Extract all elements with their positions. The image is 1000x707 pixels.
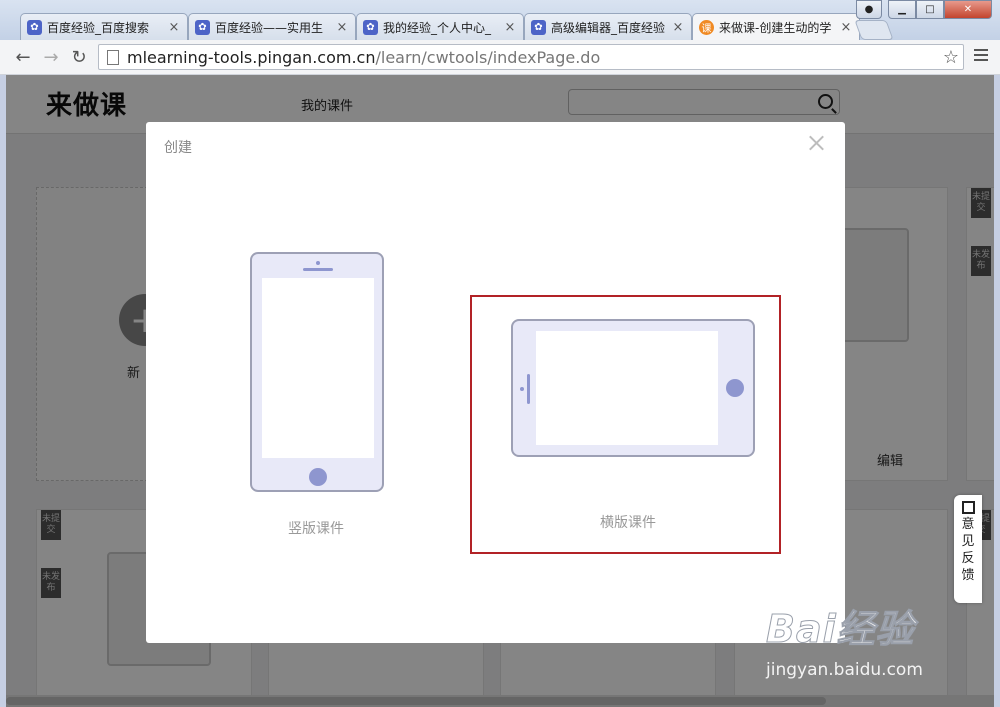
close-icon[interactable]: ×: [503, 20, 517, 35]
feedback-label: 意见反馈: [961, 517, 975, 583]
close-icon[interactable]: [807, 134, 825, 152]
back-arrow-icon[interactable]: ←: [12, 46, 34, 68]
minimize-icon[interactable]: ▁: [888, 0, 916, 19]
baidu-jingyan-watermark: Bai经验 jingyan.baidu.com: [756, 588, 956, 688]
browser-tab-active[interactable]: 课 来做课-创建生动的学 ×: [692, 13, 860, 41]
landscape-course-label: 横版课件: [600, 515, 656, 531]
maximize-icon[interactable]: □: [916, 0, 944, 19]
portrait-phone-icon: [250, 252, 384, 492]
watermark-brand: Bai经验: [766, 607, 915, 652]
window-close-icon[interactable]: ✕: [944, 0, 992, 19]
close-icon[interactable]: ×: [671, 20, 685, 35]
user-icon[interactable]: ●: [856, 0, 882, 19]
edit-icon: [961, 501, 975, 514]
reload-icon[interactable]: ↻: [68, 46, 90, 68]
browser-titlebar: ✿ 百度经验_百度搜索 × ✿ 百度经验——实用生 × ✿ 我的经验_个人中心_…: [0, 0, 1000, 41]
url-path: /learn/cwtools/indexPage.do: [375, 47, 601, 67]
tab-label: 百度经验_百度搜索: [47, 20, 150, 35]
watermark-url: jingyan.baidu.com: [766, 660, 923, 680]
baidu-paw-icon: ✿: [27, 19, 42, 35]
url-host: mlearning-tools.pingan.com.cn: [127, 47, 376, 67]
browser-tab-1[interactable]: ✿ 百度经验_百度搜索 ×: [20, 13, 188, 40]
bookmark-star-icon[interactable]: ☆: [943, 47, 959, 68]
new-tab-button[interactable]: [854, 20, 894, 40]
dialog-title: 创建: [164, 140, 192, 156]
portrait-course-option[interactable]: 竖版课件: [250, 250, 388, 540]
landscape-course-option[interactable]: 横版课件: [470, 295, 781, 554]
close-icon[interactable]: ×: [335, 20, 349, 35]
address-bar[interactable]: mlearning-tools.pingan.com.cn/learn/cwto…: [98, 44, 964, 70]
page-icon: [107, 49, 119, 65]
baidu-paw-icon: ✿: [195, 19, 210, 35]
tab-label: 高级编辑器_百度经验: [551, 20, 666, 35]
baidu-paw-icon: ✿: [363, 19, 378, 35]
feedback-button[interactable]: 意见反馈: [954, 495, 982, 603]
tab-label: 百度经验——实用生: [215, 20, 324, 35]
window-controls: ● ▁ □ ✕: [856, 0, 992, 19]
url-text[interactable]: mlearning-tools.pingan.com.cn/learn/cwto…: [127, 48, 600, 67]
tab-label: 来做课-创建生动的学: [719, 21, 832, 35]
close-icon[interactable]: ×: [167, 20, 181, 35]
tab-label: 我的经验_个人中心_: [383, 20, 492, 35]
close-icon[interactable]: ×: [839, 20, 853, 35]
laizuoke-favicon-icon: 课: [699, 20, 714, 35]
browser-tab-3[interactable]: ✿ 我的经验_个人中心_ ×: [356, 13, 524, 40]
browser-tab-4[interactable]: ✿ 高级编辑器_百度经验 ×: [524, 13, 692, 40]
portrait-course-label: 竖版课件: [288, 521, 344, 537]
browser-tab-2[interactable]: ✿ 百度经验——实用生 ×: [188, 13, 356, 40]
forward-arrow-icon[interactable]: →: [40, 46, 62, 68]
landscape-phone-icon: [511, 319, 755, 457]
baidu-paw-icon: ✿: [531, 19, 546, 35]
browser-toolbar: ← → ↻ mlearning-tools.pingan.com.cn/lear…: [0, 40, 1000, 75]
browser-menu-icon[interactable]: [974, 49, 988, 64]
create-dialog: 创建 竖版课件 横版课件: [146, 122, 845, 643]
